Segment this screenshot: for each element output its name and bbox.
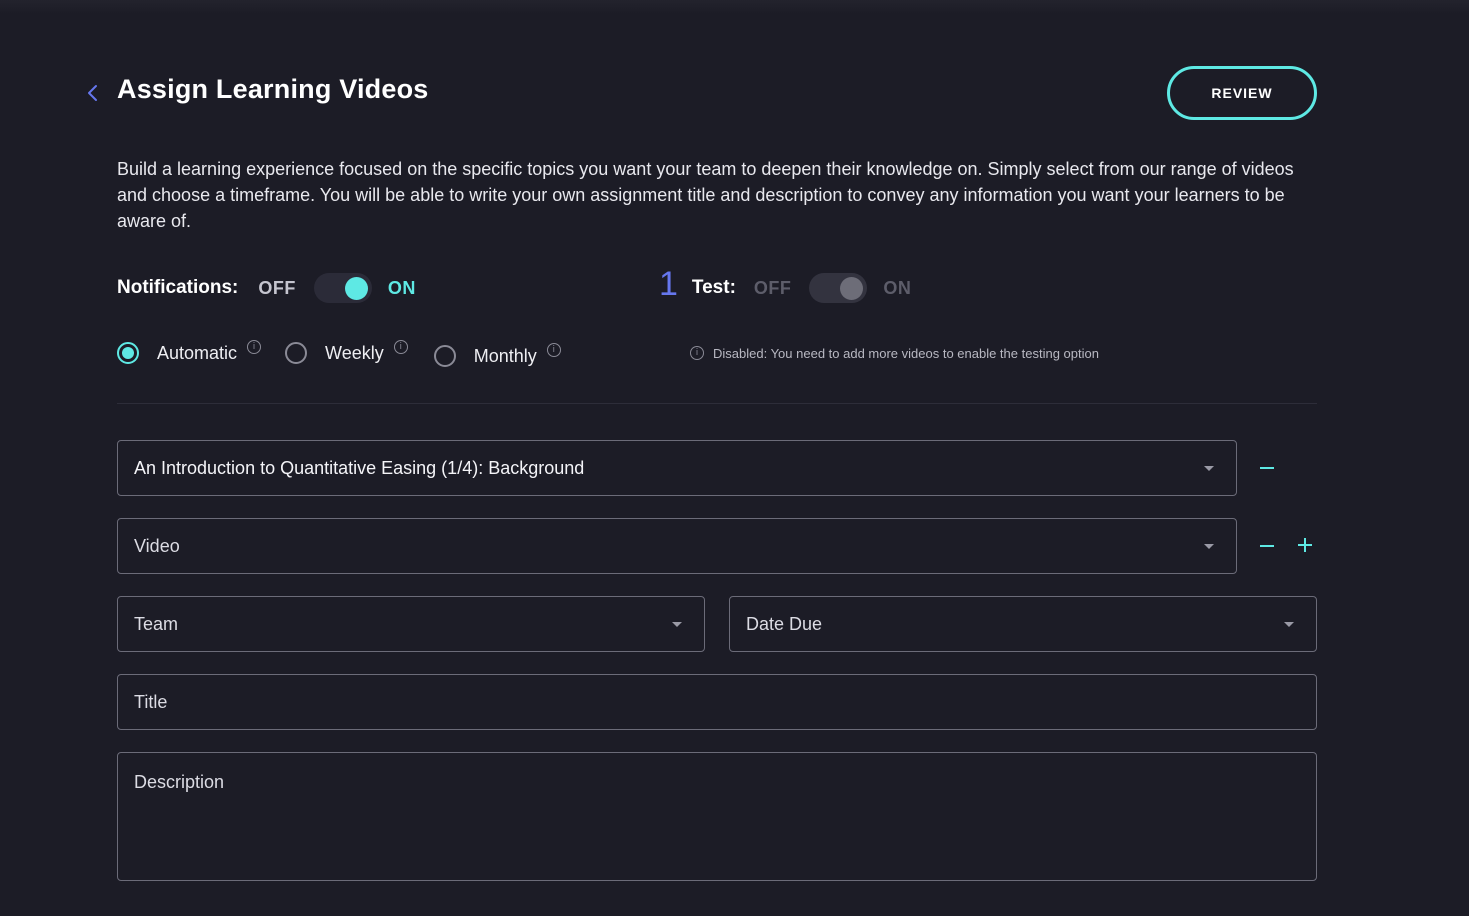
remove-video-button[interactable] <box>1257 536 1277 556</box>
test-label: Test: <box>691 277 736 298</box>
review-button[interactable]: REVIEW <box>1167 66 1317 120</box>
test-on-label: ON <box>883 277 912 298</box>
video-select-placeholder: Video <box>134 535 180 556</box>
test-toggle-row: 1 Test: OFF ON <box>659 267 912 304</box>
radio-weekly[interactable]: Weekly i <box>285 340 408 364</box>
radio-label: Automatic <box>157 342 238 363</box>
radio-button[interactable] <box>285 342 308 364</box>
date-due-select[interactable]: Date Due <box>729 596 1317 652</box>
radio-button[interactable] <box>433 345 456 367</box>
switch-knob <box>344 277 368 300</box>
caret-down-icon <box>1204 544 1214 549</box>
notifications-off-label[interactable]: OFF <box>258 278 296 299</box>
video-select-2[interactable]: Video <box>117 518 1237 574</box>
switch-knob <box>840 277 864 300</box>
test-count: 1 <box>659 265 678 303</box>
date-due-placeholder: Date Due <box>746 613 823 634</box>
radio-label: Weekly <box>325 342 384 363</box>
radio-monthly[interactable]: Monthly i <box>433 343 561 367</box>
caret-down-icon <box>1204 466 1214 471</box>
notifications-label: Notifications: <box>117 277 239 298</box>
caret-down-icon <box>672 622 682 627</box>
add-video-button[interactable] <box>1295 535 1315 555</box>
notifications-on-label[interactable]: ON <box>388 278 416 299</box>
notifications-switch[interactable] <box>313 273 372 303</box>
info-icon[interactable]: i <box>247 340 262 354</box>
divider <box>117 403 1317 404</box>
video-select-1[interactable]: An Introduction to Quantitative Easing (… <box>117 440 1237 496</box>
minus-icon <box>1260 467 1274 469</box>
test-disabled-note: i Disabled: You need to add more videos … <box>690 344 1099 362</box>
description-textarea[interactable]: Description <box>117 752 1317 881</box>
title-placeholder: Title <box>134 691 168 712</box>
test-switch <box>809 273 868 303</box>
back-button[interactable] <box>84 82 102 104</box>
radio-label: Monthly <box>473 345 537 366</box>
team-select[interactable]: Team <box>117 596 705 652</box>
remove-video-button[interactable] <box>1257 458 1277 478</box>
intro-text: Build a learning experience focused on t… <box>117 159 1294 231</box>
video-select-value: An Introduction to Quantitative Easing (… <box>134 457 585 478</box>
frequency-radio-group: Automatic i Weekly i Monthly i <box>117 338 561 368</box>
radio-automatic[interactable]: Automatic i <box>117 340 262 364</box>
team-select-placeholder: Team <box>134 613 179 634</box>
test-off-label: OFF <box>753 277 792 298</box>
info-icon: i <box>690 346 704 360</box>
description-placeholder: Description <box>134 772 225 792</box>
info-icon[interactable]: i <box>393 340 408 354</box>
top-bar <box>0 0 1469 14</box>
radio-button-selected[interactable] <box>117 342 139 364</box>
caret-down-icon <box>1284 622 1294 627</box>
disabled-note-text: Disabled: You need to add more videos to… <box>713 345 1099 361</box>
plus-icon <box>1298 538 1312 552</box>
notifications-toggle-row: Notifications: OFF ON <box>117 272 416 304</box>
page-title: Assign Learning Videos <box>117 74 429 104</box>
minus-icon <box>1260 545 1274 547</box>
title-input[interactable]: Title <box>117 674 1317 730</box>
chevron-left-icon <box>88 85 97 101</box>
info-icon[interactable]: i <box>546 343 561 357</box>
